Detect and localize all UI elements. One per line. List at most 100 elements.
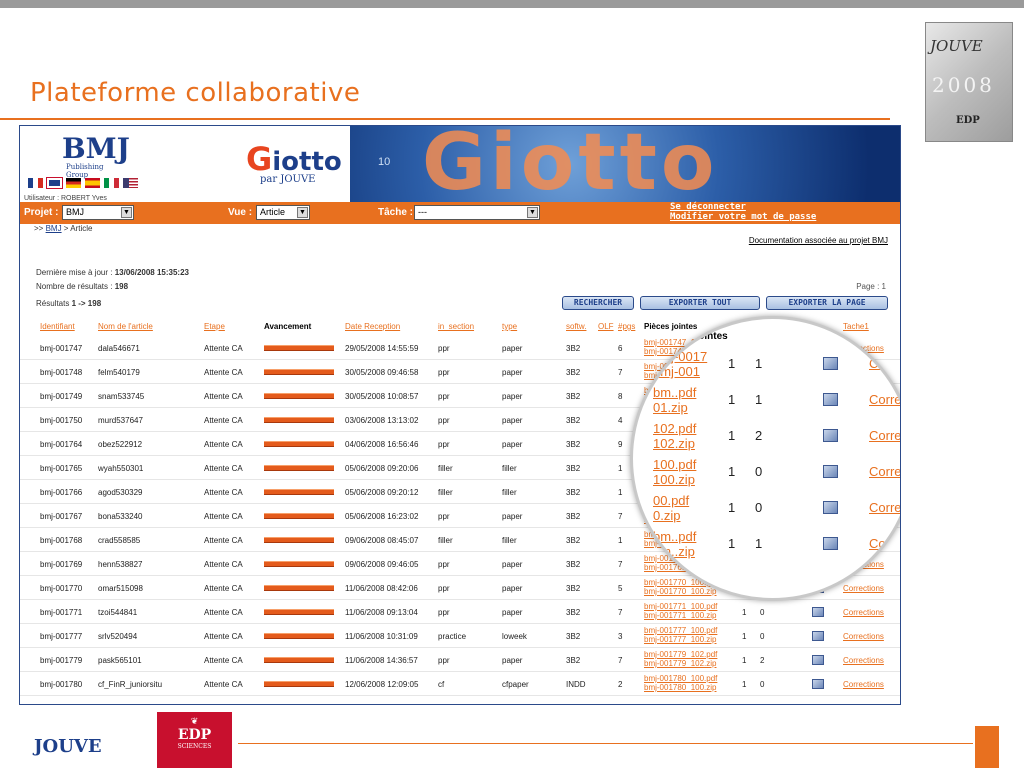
giotto-logo: Giotto [246,140,342,178]
flag-fr-icon[interactable] [28,178,43,188]
magnifier-corrections-link[interactable]: Corre [869,392,900,407]
language-flags [28,177,142,196]
edp-swirl-icon: ❦ [190,717,199,727]
cell-softw: 3B2 [566,488,581,497]
footer-rule [238,743,973,744]
cell-stage: Attente CA [204,680,243,689]
corrections-link[interactable]: Corrections [843,608,884,617]
magnifier-zip-link[interactable]: bm..zip [653,544,696,559]
progress-bar [264,657,334,663]
logout-link[interactable]: Se déconnecter [670,202,816,212]
attachment-pdf-link[interactable]: bmj-001777_100.pdf [644,626,717,635]
change-password-link[interactable]: Modifier votre mot de passe [670,212,816,222]
cell-name: obez522912 [98,440,143,449]
chevron-down-icon: ▼ [527,207,538,218]
cell-date: 11/06/2008 09:13:04 [345,608,418,617]
search-button[interactable]: RECHERCHER [562,296,634,310]
flag-it-icon[interactable] [104,178,119,188]
cell-type: paper [502,440,523,449]
magnifier-pdf-link[interactable]: bm..pdf [653,529,696,544]
cell-id: bmj-001777 [40,632,83,641]
cell-pgs: 7 [618,368,623,377]
cell-id: bmj-001779 [40,656,83,665]
cell-section: ppr [438,512,450,521]
attachment-pdf-link[interactable]: bmj-001771_100.pdf [644,602,717,611]
magnifier-pdf-link[interactable]: bm..pdf [653,385,696,400]
edit-icon[interactable] [812,655,824,665]
cell-softw: 3B2 [566,584,581,593]
magnifier-zip-link[interactable]: 0.zip [653,508,689,523]
magnifier-pdf-link[interactable]: 100.pdf [653,457,696,472]
magnifier-zip-link[interactable]: 01.zip [653,400,696,415]
attachment-zip-link[interactable]: bmj-001777_100.zip [644,635,717,644]
cell-date: 30/05/2008 10:08:57 [345,392,419,401]
edit-icon[interactable] [823,501,838,514]
cell-id: bmj-001748 [40,368,83,377]
magnifier-zip-link[interactable]: 100.zip [653,472,696,487]
edit-icon[interactable] [812,607,824,617]
magnifier-corrections-link[interactable]: Corre [869,500,900,515]
result-count-label: Nombre de résultats : [36,282,115,291]
tache-select[interactable]: --- ▼ [414,205,540,220]
vue-select[interactable]: Article ▼ [256,205,310,220]
corner-logo: JOUVE 2008 EDP [925,22,1013,142]
magnifier-corrections-link[interactable]: Correct [869,428,900,443]
attachment-zip-link[interactable]: bmj-001780_100.zip [644,683,717,692]
corrections-link[interactable]: Corrections [843,584,884,593]
magnifier-pdf-link[interactable]: 00.pdf [653,493,689,508]
attachment-zip-link[interactable]: bmj-001770_100.zip [644,587,717,596]
flag-us-icon[interactable] [123,178,138,188]
magnifier-zip-link[interactable]: bmj-001 [653,364,707,379]
col-date-header[interactable]: Date Reception [345,322,400,331]
cell-type: paper [502,584,523,593]
flag-gb-icon[interactable] [46,177,63,189]
chevron-down-icon: ▼ [121,207,132,218]
attachment-zip-link[interactable]: bmj-001779_102.zip [644,659,717,668]
col-type-header[interactable]: type [502,322,517,331]
col-pgs-header[interactable]: #pgs [618,322,635,331]
col-softw-header[interactable]: softw. [566,322,586,331]
edit-icon[interactable] [823,537,838,550]
attachment-zip-link[interactable]: bmj-001771_100.zip [644,611,717,620]
cell-count-1: 1 [742,656,747,665]
flag-de-icon[interactable] [66,178,81,188]
edit-icon[interactable] [823,465,838,478]
magnifier-pdf-link[interactable]: bmj-0017 [653,349,707,364]
progress-bar [264,345,334,351]
flag-es-icon[interactable] [85,178,100,188]
corrections-link[interactable]: Corrections [843,632,884,641]
breadcrumb-bmj-link[interactable]: BMJ [46,224,62,233]
col-name-header[interactable]: Nom de l'article [98,322,153,331]
cell-pgs: 6 [618,344,623,353]
magnifier-row: bmj-0017bmj-001 1 1 Corrections [633,347,900,383]
export-all-button[interactable]: EXPORTER TOUT [640,296,760,310]
footer-accent-block [975,726,999,768]
col-id-header[interactable]: Identifiant [40,322,75,331]
magnifier-zip-link[interactable]: 102.zip [653,436,696,451]
magnifier-corrections-link[interactable]: Co [869,536,886,551]
edit-icon[interactable] [812,631,824,641]
corrections-link[interactable]: Corrections [843,680,884,689]
cell-section: ppr [438,608,450,617]
magnifier-count: 1 [755,392,763,407]
edit-icon[interactable] [812,679,824,689]
magnifier-corrections-link[interactable]: Correct [869,464,900,479]
col-section-header[interactable]: in_section [438,322,474,331]
cell-softw: INDD [566,680,586,689]
edit-icon[interactable] [823,357,838,370]
magnifier-row: bm..pdf bm..zip 1 1 Co [633,527,900,563]
col-task-header[interactable]: Tache1 [843,322,869,331]
attachment-pdf-link[interactable]: bmj-001780_100.pdf [644,674,717,683]
export-page-button[interactable]: EXPORTER LA PAGE [766,296,888,310]
corrections-link[interactable]: Corrections [843,656,884,665]
col-olf-header[interactable]: OLF [598,322,614,331]
col-stage-header[interactable]: Etape [204,322,225,331]
magnifier-pdf-link[interactable]: 102.pdf [653,421,696,436]
magnifier-corrections-link[interactable]: Corrections [869,356,900,371]
cell-date: 11/06/2008 14:36:57 [345,656,418,665]
edit-icon[interactable] [823,393,838,406]
attachment-pdf-link[interactable]: bmj-001779_102.pdf [644,650,717,659]
projet-select[interactable]: BMJ ▼ [62,205,134,220]
documentation-link[interactable]: Documentation associée au projet BMJ [749,236,888,245]
edit-icon[interactable] [823,429,838,442]
